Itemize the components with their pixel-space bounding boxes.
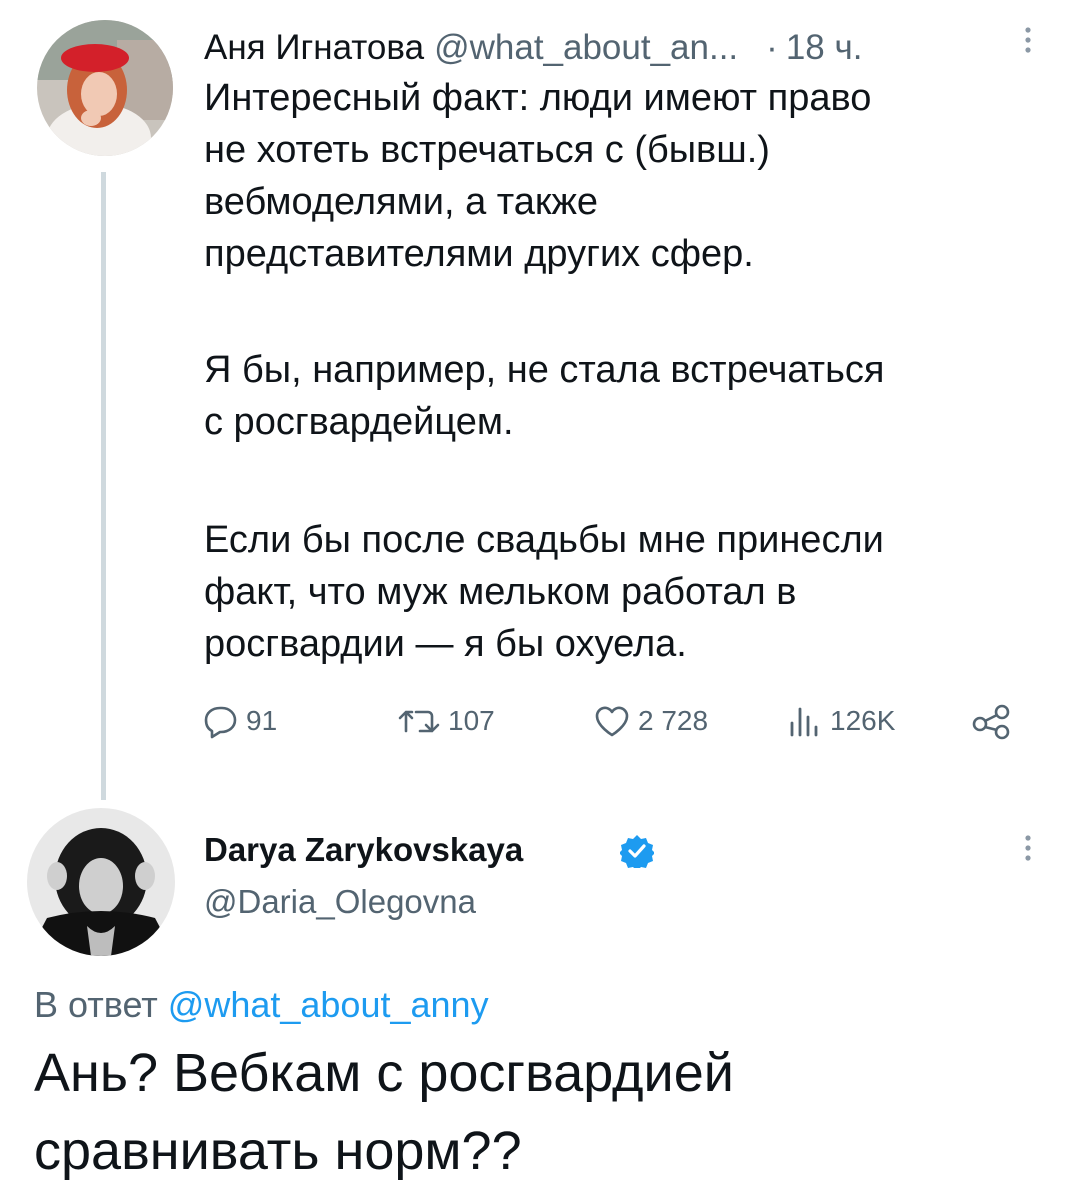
text-line: Я бы, например, не стала встречаться [204, 349, 885, 391]
reply-icon [204, 706, 237, 739]
text-line: сравнивать норм?? [34, 1121, 522, 1181]
share-button[interactable] [970, 700, 1020, 740]
text-line: не хотеть встречаться с (бывш.) [204, 129, 770, 171]
thread-line [101, 172, 106, 800]
avatar-anya[interactable] [37, 20, 173, 156]
reply-context: В ответ @what_about_anny [34, 982, 489, 1028]
text-line: Ань? Вебкам с росгвардией [34, 1043, 734, 1103]
avatar-darya[interactable] [27, 808, 175, 956]
author-handle[interactable]: @Daria_Olegovna [204, 880, 476, 924]
tweet-text-paragraph-3: Если бы после свадьбы мне принесли факт,… [204, 514, 884, 670]
tweet-timestamp[interactable]: 18 ч. [786, 26, 863, 70]
author-handle[interactable]: @what_about_an... [434, 26, 738, 70]
retweet-count: 107 [448, 705, 495, 736]
retweet-button[interactable]: 107 [396, 703, 495, 739]
text-line: Если бы после свадьбы мне принесли [204, 519, 884, 561]
views-button[interactable]: 126K [784, 703, 895, 739]
text-line: вебмоделями, а также [204, 181, 599, 223]
more-icon[interactable] [1018, 830, 1038, 870]
text-line: факт, что муж мельком работал в [204, 571, 797, 613]
tweet-text-paragraph-2: Я бы, например, не стала встречаться с р… [204, 344, 884, 448]
separator-dot: · [766, 28, 778, 67]
text-line: росгвардии — я бы охуела. [204, 623, 687, 665]
reply-prefix: В ответ [34, 984, 158, 1025]
tweet-header: Аня Игнатова @what_about_an... · 18 ч. [204, 26, 1040, 70]
reply-to-link[interactable]: @what_about_anny [168, 984, 489, 1025]
more-icon[interactable] [1018, 22, 1038, 62]
share-icon [972, 704, 1010, 740]
views-icon [790, 707, 818, 737]
like-button[interactable]: 2 728 [592, 703, 708, 739]
reply-button[interactable]: 91 [200, 703, 277, 739]
views-count: 126K [830, 705, 896, 736]
retweet-icon [398, 710, 440, 733]
text-line: с росгвардейцем. [204, 401, 514, 443]
reply-count: 91 [246, 705, 278, 736]
text-line: представителями других сфер. [204, 233, 754, 275]
tweet-text: Ань? Вебкам с росгвардией сравнивать нор… [34, 1034, 734, 1190]
author-name[interactable]: Аня Игнатова [204, 26, 424, 70]
like-count: 2 728 [638, 705, 709, 736]
verified-badge-icon [619, 834, 655, 871]
text-line: Интересный факт: люди имеют право [204, 77, 872, 119]
author-name[interactable]: Darya Zarykovskaya [204, 828, 523, 872]
tweet-text-paragraph-1: Интересный факт: люди имеют право не хот… [204, 72, 871, 280]
like-icon [595, 706, 629, 737]
